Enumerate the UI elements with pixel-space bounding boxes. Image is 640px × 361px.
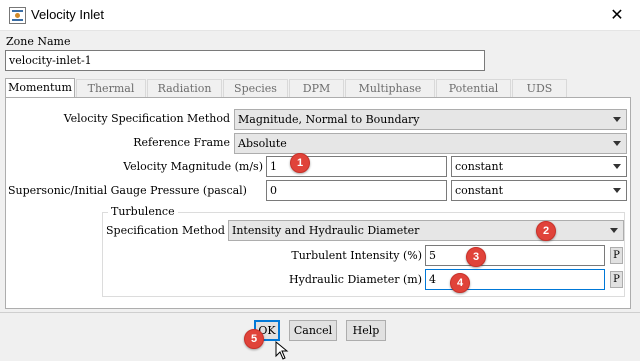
annotation-badge-3: 3 [466,247,486,267]
tab-uds[interactable]: UDS [512,79,567,97]
tab-potential[interactable]: Potential [436,79,511,97]
dialog-divider [0,312,640,313]
zone-name-input[interactable]: velocity-inlet-1 [5,50,485,71]
tab-radiation[interactable]: Radiation [147,79,222,97]
gauge-pressure-mode-value: constant [455,184,503,197]
turbulence-group-label: Turbulence [108,205,178,218]
velocity-spec-select[interactable]: Magnitude, Normal to Boundary [234,109,627,130]
help-button[interactable]: Help [346,320,386,341]
chevron-down-icon [610,228,618,233]
velocity-magnitude-label: Velocity Magnitude (m/s) [123,160,263,173]
turbulence-spec-label: Specification Method [106,224,225,237]
velocity-magnitude-mode-select[interactable]: constant [451,156,627,177]
title-bar: Velocity Inlet ✕ [0,0,640,31]
tab-thermal[interactable]: Thermal [76,79,146,97]
close-icon[interactable]: ✕ [594,0,640,30]
reference-frame-value: Absolute [238,137,287,150]
turbulence-spec-value: Intensity and Hydraulic Diameter [232,224,420,237]
gauge-pressure-input[interactable]: 0 [266,180,447,201]
window-title: Velocity Inlet [31,7,104,22]
annotation-badge-2: 2 [536,221,556,241]
app-icon [9,7,26,24]
tab-momentum[interactable]: Momentum [5,78,75,98]
zone-name-label: Zone Name [6,35,71,48]
chevron-down-icon [613,117,621,122]
mouse-pointer-icon [275,341,289,360]
tab-species[interactable]: Species [223,79,288,97]
velocity-spec-value: Magnitude, Normal to Boundary [238,113,420,126]
gauge-pressure-mode-select[interactable]: constant [451,180,627,201]
diameter-parameter-button[interactable]: P [610,271,623,288]
gauge-pressure-label: Supersonic/Initial Gauge Pressure (pasca… [8,184,247,197]
velocity-spec-label: Velocity Specification Method [63,112,230,125]
turbulence-spec-select[interactable]: Intensity and Hydraulic Diameter [228,220,624,241]
annotation-badge-4: 4 [450,273,470,293]
chevron-down-icon [613,164,621,169]
reference-frame-select[interactable]: Absolute [234,133,627,154]
hydraulic-diameter-label: Hydraulic Diameter (m) [289,273,422,286]
cancel-button[interactable]: Cancel [289,320,337,341]
annotation-badge-1: 1 [290,153,310,173]
turbulent-intensity-input[interactable]: 5 [425,245,605,266]
turbulent-intensity-label: Turbulent Intensity (%) [291,249,422,262]
chevron-down-icon [613,188,621,193]
velocity-magnitude-mode-value: constant [455,160,503,173]
reference-frame-label: Reference Frame [133,136,230,149]
tab-dpm[interactable]: DPM [289,79,344,97]
tab-multiphase[interactable]: Multiphase [345,79,435,97]
annotation-badge-5: 5 [244,329,264,349]
chevron-down-icon [613,141,621,146]
intensity-parameter-button[interactable]: P [610,247,623,264]
